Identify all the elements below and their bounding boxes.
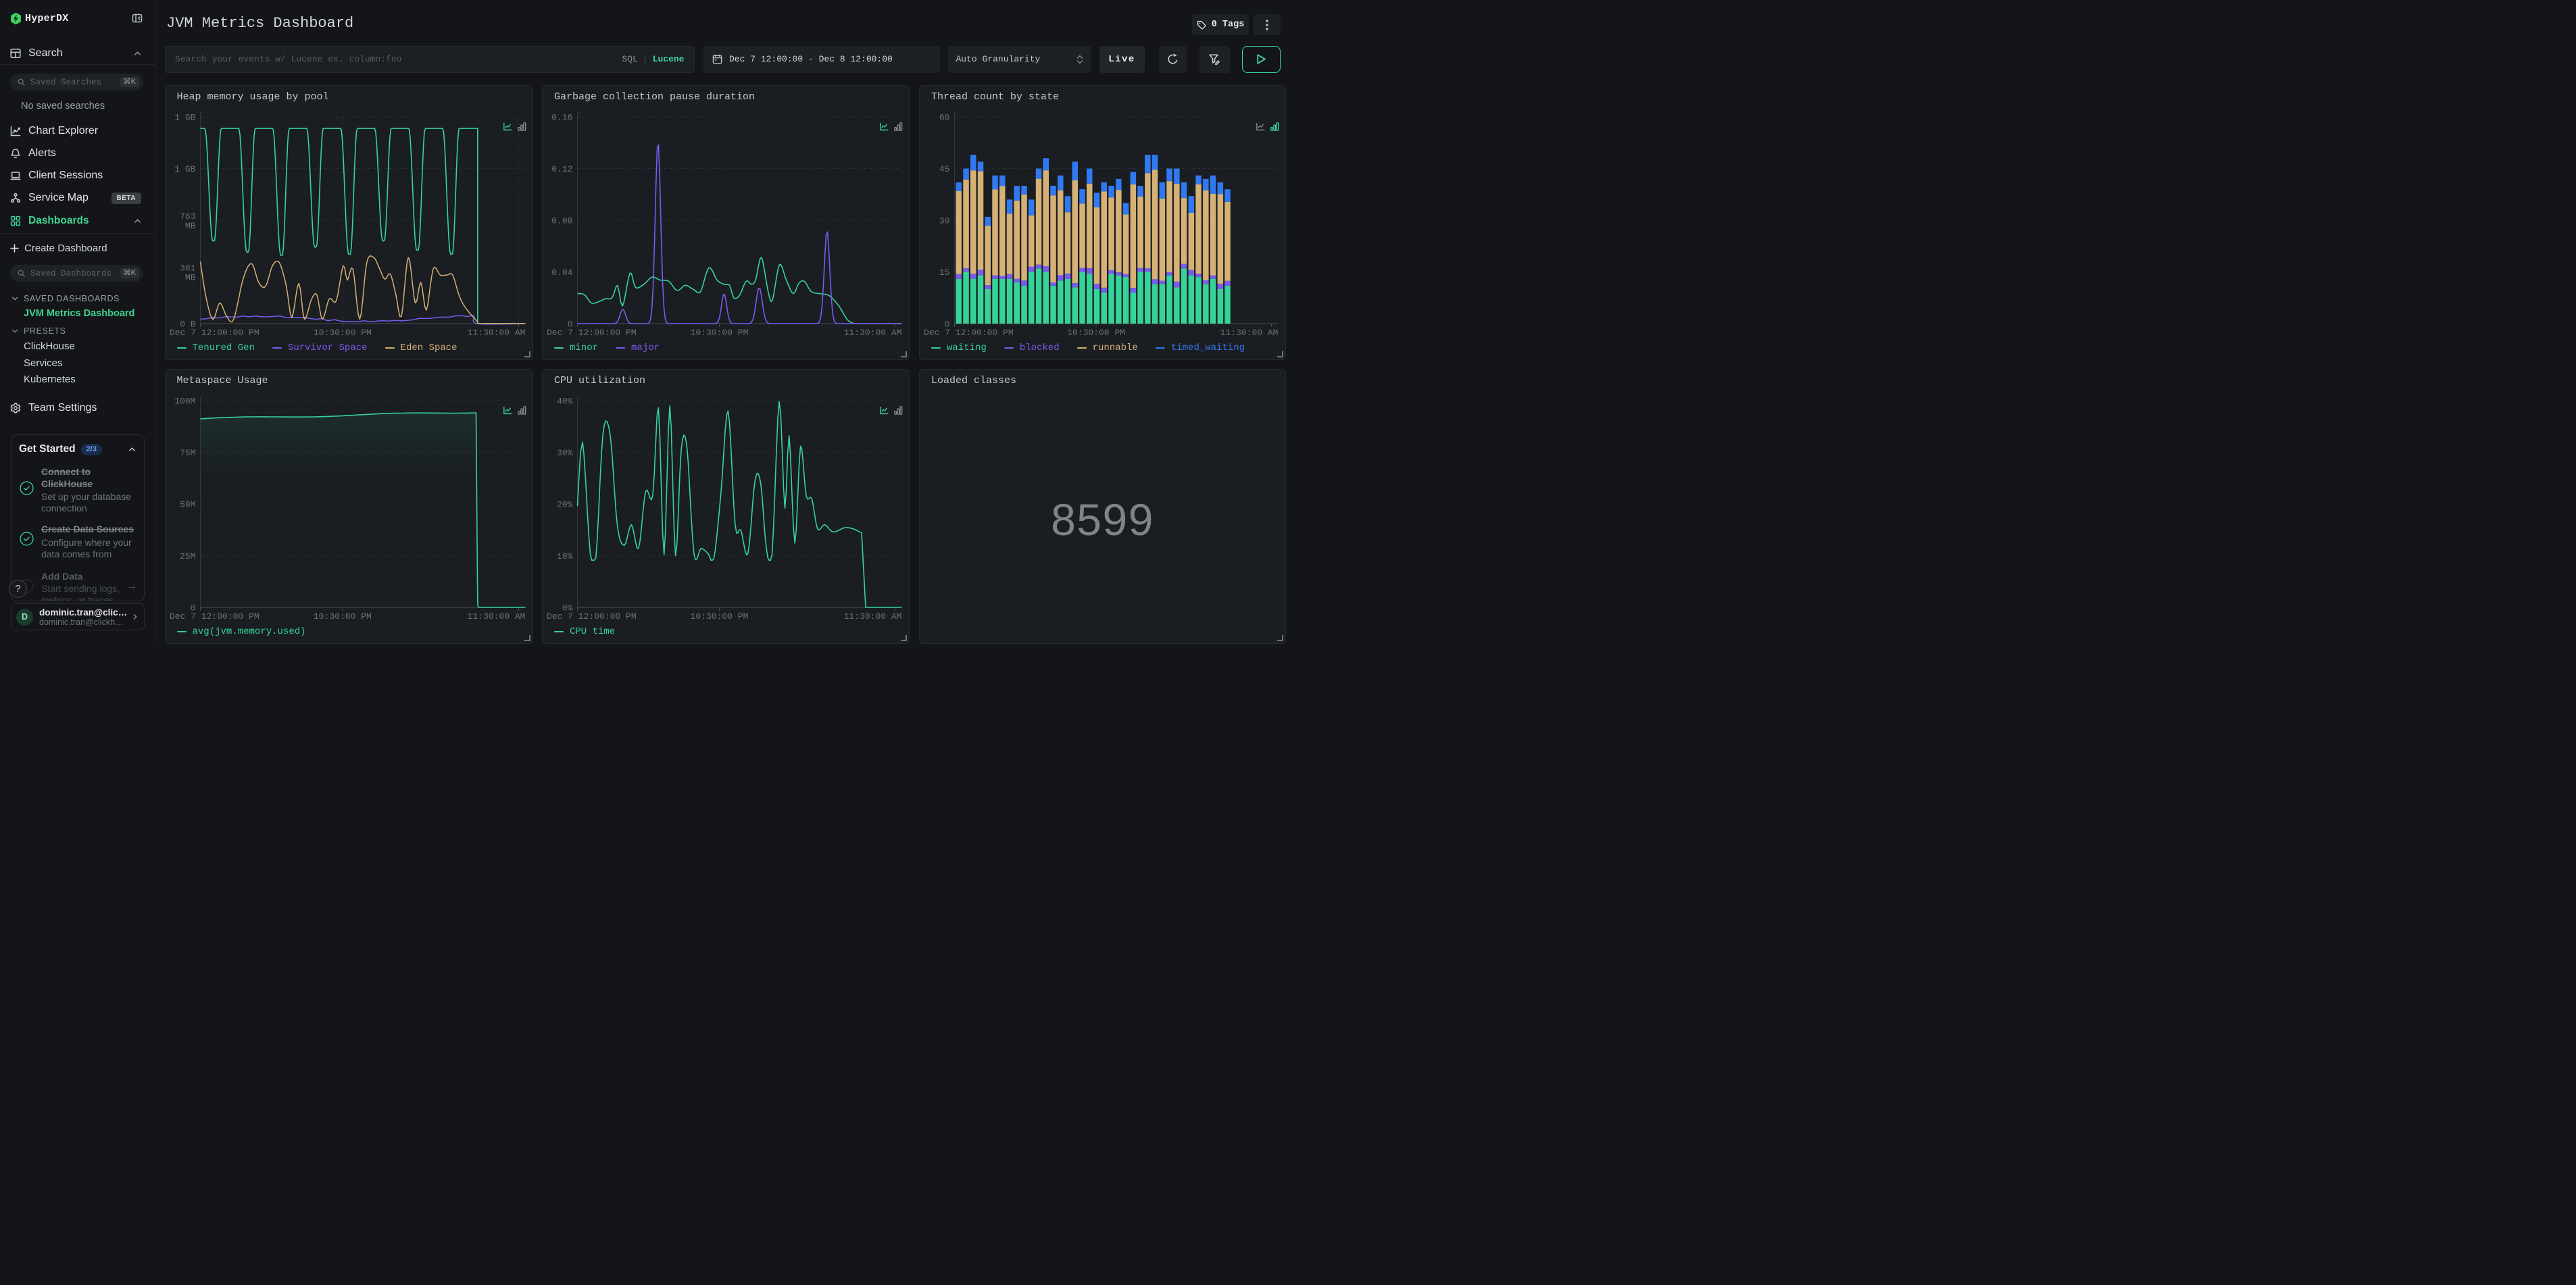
svg-text:1 GB: 1 GB bbox=[174, 164, 195, 174]
svg-text:40%: 40% bbox=[557, 397, 573, 407]
svg-text:60: 60 bbox=[939, 113, 950, 123]
svg-text:50M: 50M bbox=[180, 500, 195, 510]
svg-text:10:30:00 PM: 10:30:00 PM bbox=[1067, 328, 1125, 338]
svg-text:11:30:00 AM: 11:30:00 AM bbox=[844, 328, 902, 338]
svg-text:11:30:00 AM: 11:30:00 AM bbox=[1220, 328, 1279, 338]
svg-text:MB: MB bbox=[184, 221, 195, 231]
svg-text:0.04: 0.04 bbox=[551, 268, 572, 278]
svg-text:10:30:00 PM: 10:30:00 PM bbox=[313, 328, 371, 338]
svg-text:0.16: 0.16 bbox=[551, 113, 572, 123]
svg-text:Dec 7 12:00:00 PM: Dec 7 12:00:00 PM bbox=[547, 328, 637, 338]
svg-text:10:30:00 PM: 10:30:00 PM bbox=[691, 328, 749, 338]
svg-text:25M: 25M bbox=[180, 551, 195, 561]
svg-text:0.08: 0.08 bbox=[551, 216, 572, 226]
svg-text:Dec 7 12:00:00 PM: Dec 7 12:00:00 PM bbox=[170, 611, 259, 622]
svg-text:10%: 10% bbox=[557, 551, 573, 561]
svg-text:0.12: 0.12 bbox=[551, 164, 572, 174]
svg-text:45: 45 bbox=[939, 164, 950, 174]
svg-text:Dec 7 12:00:00 PM: Dec 7 12:00:00 PM bbox=[547, 611, 637, 622]
svg-text:10:30:00 PM: 10:30:00 PM bbox=[691, 611, 749, 622]
svg-text:30: 30 bbox=[939, 216, 950, 226]
svg-text:11:30:00 AM: 11:30:00 AM bbox=[467, 328, 525, 338]
svg-text:381: 381 bbox=[180, 263, 196, 274]
svg-text:15: 15 bbox=[939, 268, 950, 278]
svg-text:MB: MB bbox=[184, 273, 195, 283]
svg-text:763: 763 bbox=[180, 211, 195, 222]
svg-text:11:30:00 AM: 11:30:00 AM bbox=[467, 611, 525, 622]
svg-text:75M: 75M bbox=[180, 448, 195, 458]
svg-text:Dec 7 12:00:00 PM: Dec 7 12:00:00 PM bbox=[924, 328, 1014, 338]
svg-text:11:30:00 AM: 11:30:00 AM bbox=[844, 611, 902, 622]
svg-text:Dec 7 12:00:00 PM: Dec 7 12:00:00 PM bbox=[170, 328, 259, 338]
svg-text:100M: 100M bbox=[174, 397, 195, 407]
svg-text:1 GB: 1 GB bbox=[174, 113, 195, 123]
svg-text:10:30:00 PM: 10:30:00 PM bbox=[313, 611, 371, 622]
svg-text:30%: 30% bbox=[557, 448, 573, 458]
svg-text:20%: 20% bbox=[557, 500, 573, 510]
